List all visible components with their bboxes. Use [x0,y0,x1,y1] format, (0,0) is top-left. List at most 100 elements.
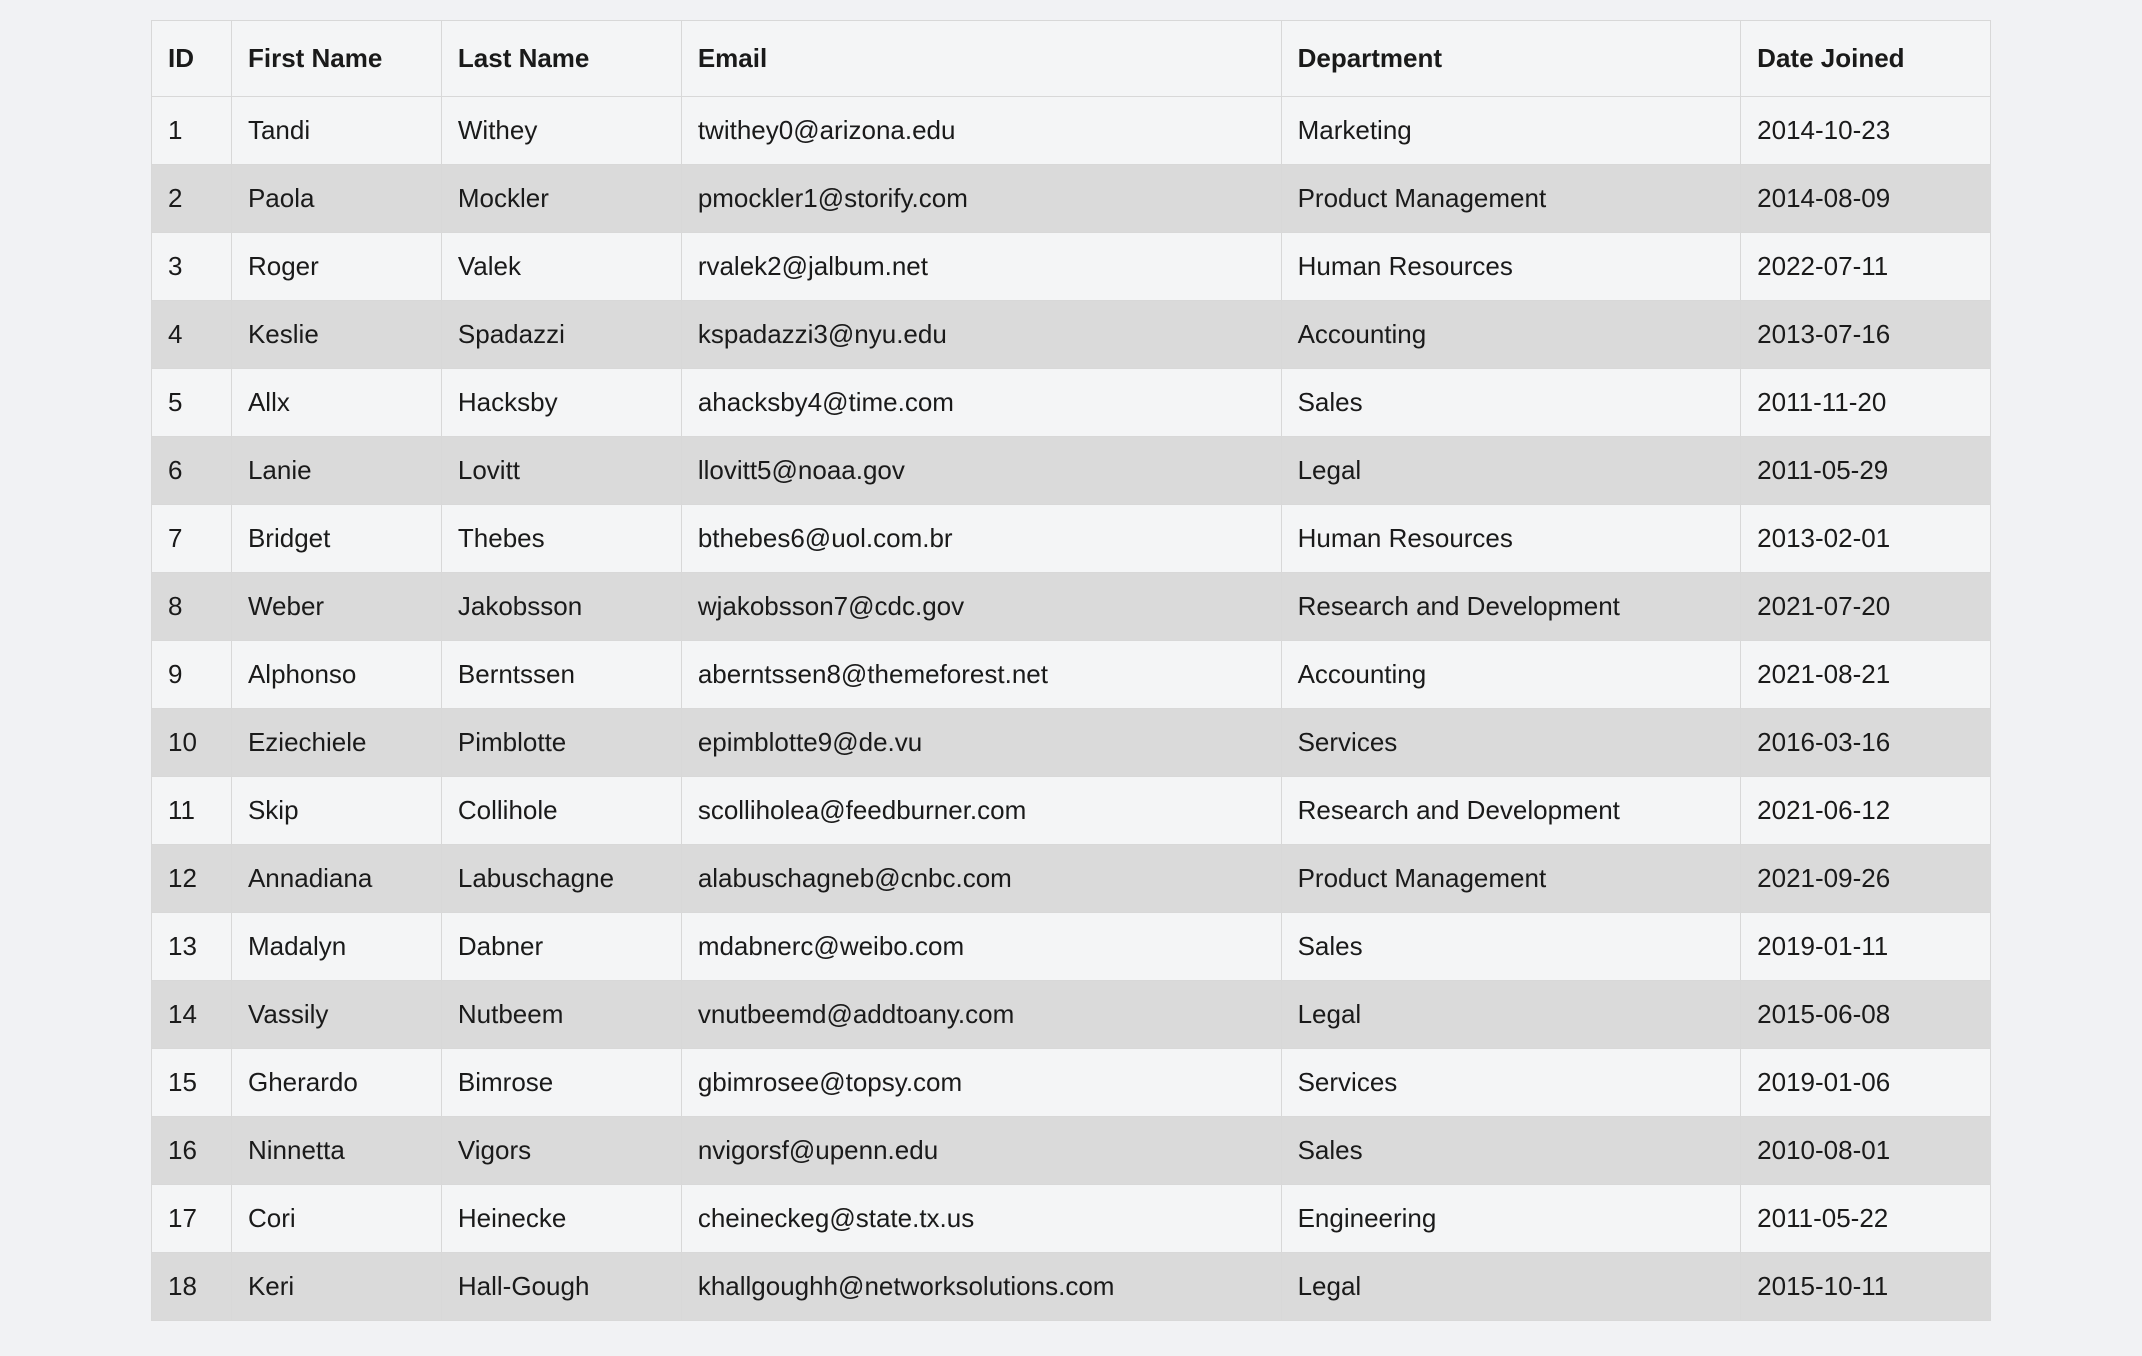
cell-id: 3 [152,233,232,301]
header-email[interactable]: Email [681,21,1281,97]
cell-first-name: Lanie [231,437,441,505]
cell-id: 17 [152,1185,232,1253]
table-row: 14VassilyNutbeemvnutbeemd@addtoany.comLe… [152,981,1991,1049]
cell-date-joined: 2011-05-22 [1741,1185,1991,1253]
cell-id: 7 [152,505,232,573]
cell-first-name: Paola [231,165,441,233]
cell-last-name: Heinecke [441,1185,681,1253]
table-row: 7BridgetThebesbthebes6@uol.com.brHuman R… [152,505,1991,573]
cell-id: 10 [152,709,232,777]
cell-first-name: Keri [231,1253,441,1321]
cell-first-name: Vassily [231,981,441,1049]
cell-first-name: Bridget [231,505,441,573]
cell-id: 15 [152,1049,232,1117]
cell-first-name: Alphonso [231,641,441,709]
data-table: ID First Name Last Name Email Department… [151,20,1991,1321]
cell-email: scolliholea@feedburner.com [681,777,1281,845]
cell-last-name: Labuschagne [441,845,681,913]
cell-last-name: Collihole [441,777,681,845]
table-body: 1TandiWitheytwithey0@arizona.eduMarketin… [152,97,1991,1321]
cell-first-name: Cori [231,1185,441,1253]
table-row: 5AllxHacksbyahacksby4@time.comSales2011-… [152,369,1991,437]
cell-first-name: Annadiana [231,845,441,913]
header-id[interactable]: ID [152,21,232,97]
table-row: 2PaolaMocklerpmockler1@storify.comProduc… [152,165,1991,233]
cell-first-name: Allx [231,369,441,437]
cell-date-joined: 2010-08-01 [1741,1117,1991,1185]
cell-id: 9 [152,641,232,709]
table-row: 17CoriHeineckecheineckeg@state.tx.usEngi… [152,1185,1991,1253]
table-row: 8WeberJakobssonwjakobsson7@cdc.govResear… [152,573,1991,641]
cell-last-name: Jakobsson [441,573,681,641]
cell-first-name: Keslie [231,301,441,369]
cell-id: 5 [152,369,232,437]
cell-department: Research and Development [1281,573,1741,641]
table-row: 12AnnadianaLabuschagnealabuschagneb@cnbc… [152,845,1991,913]
table-row: 16NinnettaVigorsnvigorsf@upenn.eduSales2… [152,1117,1991,1185]
cell-department: Product Management [1281,165,1741,233]
cell-email: mdabnerc@weibo.com [681,913,1281,981]
cell-first-name: Roger [231,233,441,301]
cell-last-name: Dabner [441,913,681,981]
table-row: 4KeslieSpadazzikspadazzi3@nyu.eduAccount… [152,301,1991,369]
table-row: 9AlphonsoBerntssenaberntssen8@themefores… [152,641,1991,709]
cell-email: epimblotte9@de.vu [681,709,1281,777]
cell-last-name: Thebes [441,505,681,573]
cell-email: khallgoughh@networksolutions.com [681,1253,1281,1321]
header-last-name[interactable]: Last Name [441,21,681,97]
cell-date-joined: 2021-09-26 [1741,845,1991,913]
cell-first-name: Tandi [231,97,441,165]
cell-department: Sales [1281,369,1741,437]
cell-date-joined: 2022-07-11 [1741,233,1991,301]
table-row: 18KeriHall-Goughkhallgoughh@networksolut… [152,1253,1991,1321]
cell-id: 18 [152,1253,232,1321]
cell-id: 11 [152,777,232,845]
cell-email: kspadazzi3@nyu.edu [681,301,1281,369]
cell-department: Accounting [1281,301,1741,369]
table-header: ID First Name Last Name Email Department… [152,21,1991,97]
table-row: 3RogerValekrvalek2@jalbum.netHuman Resou… [152,233,1991,301]
cell-date-joined: 2014-10-23 [1741,97,1991,165]
cell-date-joined: 2011-05-29 [1741,437,1991,505]
data-table-container: ID First Name Last Name Email Department… [151,20,1991,1321]
header-first-name[interactable]: First Name [231,21,441,97]
cell-department: Human Resources [1281,505,1741,573]
cell-last-name: Pimblotte [441,709,681,777]
cell-last-name: Spadazzi [441,301,681,369]
cell-id: 8 [152,573,232,641]
cell-id: 4 [152,301,232,369]
cell-first-name: Skip [231,777,441,845]
table-row: 11SkipColliholescolliholea@feedburner.co… [152,777,1991,845]
header-department[interactable]: Department [1281,21,1741,97]
cell-department: Sales [1281,1117,1741,1185]
header-date-joined[interactable]: Date Joined [1741,21,1991,97]
cell-email: llovitt5@noaa.gov [681,437,1281,505]
cell-department: Engineering [1281,1185,1741,1253]
cell-date-joined: 2015-06-08 [1741,981,1991,1049]
cell-date-joined: 2015-10-11 [1741,1253,1991,1321]
cell-last-name: Berntssen [441,641,681,709]
cell-first-name: Ninnetta [231,1117,441,1185]
cell-first-name: Eziechiele [231,709,441,777]
cell-id: 13 [152,913,232,981]
cell-date-joined: 2013-02-01 [1741,505,1991,573]
cell-last-name: Withey [441,97,681,165]
cell-last-name: Nutbeem [441,981,681,1049]
cell-date-joined: 2019-01-11 [1741,913,1991,981]
cell-department: Services [1281,709,1741,777]
cell-email: cheineckeg@state.tx.us [681,1185,1281,1253]
cell-email: aberntssen8@themeforest.net [681,641,1281,709]
table-row: 15GherardoBimrosegbimrosee@topsy.comServ… [152,1049,1991,1117]
cell-date-joined: 2011-11-20 [1741,369,1991,437]
cell-date-joined: 2013-07-16 [1741,301,1991,369]
table-row: 10EziechielePimblotteepimblotte9@de.vuSe… [152,709,1991,777]
cell-email: vnutbeemd@addtoany.com [681,981,1281,1049]
cell-id: 16 [152,1117,232,1185]
table-row: 13MadalynDabnermdabnerc@weibo.comSales20… [152,913,1991,981]
cell-department: Legal [1281,981,1741,1049]
cell-department: Legal [1281,1253,1741,1321]
cell-id: 2 [152,165,232,233]
cell-department: Services [1281,1049,1741,1117]
cell-date-joined: 2021-06-12 [1741,777,1991,845]
cell-last-name: Bimrose [441,1049,681,1117]
